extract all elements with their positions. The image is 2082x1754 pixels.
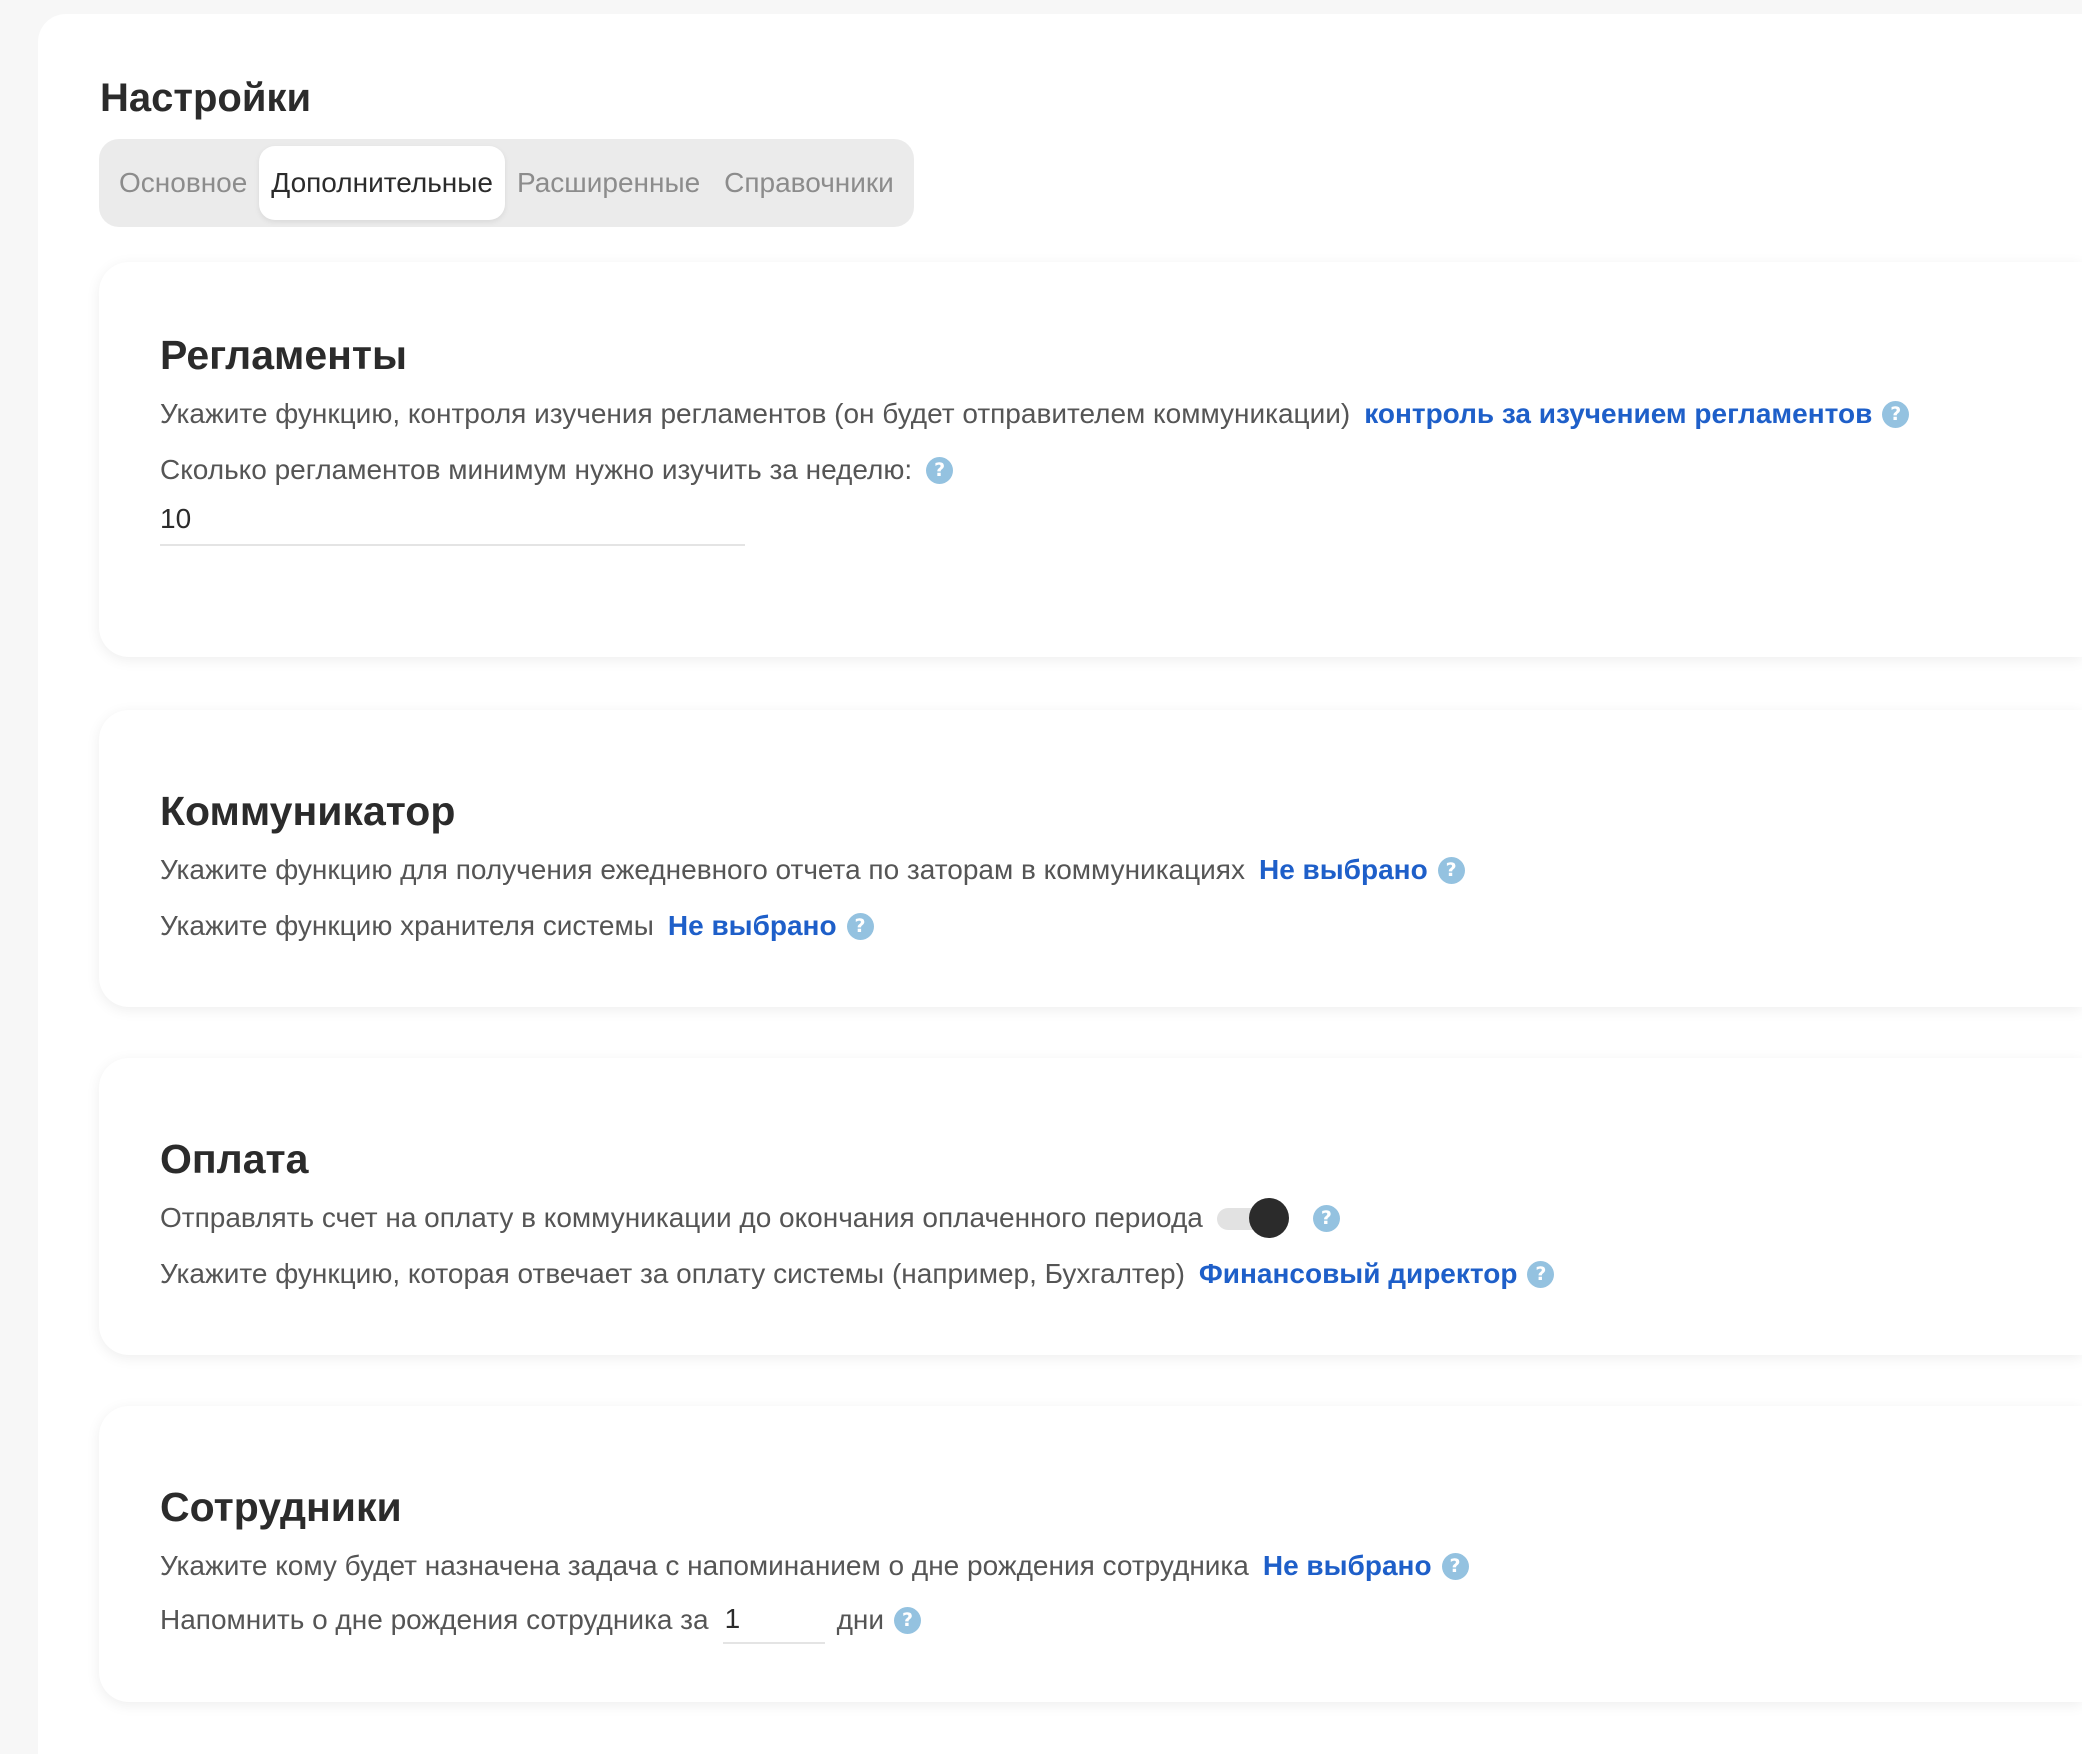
help-icon[interactable]: ?	[926, 456, 954, 484]
employees-assignee-label: Укажите кому будет назначена задача с на…	[160, 1550, 1249, 1581]
communicator-report-select[interactable]: Не выбрано	[1259, 854, 1428, 886]
reglaments-min-row: Сколько регламентов минимум нужно изучит…	[160, 454, 954, 486]
help-icon[interactable]: ?	[1437, 856, 1465, 884]
communicator-keeper-select[interactable]: Не выбрано	[668, 910, 837, 942]
reglaments-title: Регламенты	[160, 332, 408, 378]
tab-main[interactable]: Основное	[107, 146, 259, 220]
reglaments-min-input[interactable]: 10	[160, 494, 745, 546]
help-icon[interactable]: ?	[894, 1606, 922, 1634]
employees-remind-value: 1	[724, 1603, 741, 1634]
help-icon[interactable]: ?	[1527, 1260, 1555, 1288]
payment-title: Оплата	[160, 1136, 309, 1182]
employees-remind-row: Напомнить о дне рождения сотрудника за 1…	[160, 1594, 922, 1646]
employees-remind-unit: дни	[836, 1604, 885, 1635]
tab-extended[interactable]: Расширенные	[505, 146, 712, 220]
employees-remind-label: Напомнить о дне рождения сотрудника за	[160, 1604, 709, 1635]
communicator-report-label: Укажите функцию для получения ежедневног…	[160, 854, 1245, 885]
communicator-report-row: Укажите функцию для получения ежедневног…	[160, 854, 1465, 886]
payment-invoice-row: Отправлять счет на оплату в коммуникации…	[160, 1196, 1340, 1240]
toggle-knob	[1248, 1198, 1289, 1238]
employees-title: Сотрудники	[160, 1484, 402, 1530]
employees-assignee-row: Укажите кому будет назначена задача с на…	[160, 1550, 1469, 1582]
reglaments-function-row: Укажите функцию, контроля изучения регла…	[160, 398, 1910, 430]
payment-function-row: Укажите функцию, которая отвечает за опл…	[160, 1258, 1555, 1290]
tab-additional[interactable]: Дополнительные	[259, 146, 505, 220]
reglaments-min-value: 10	[160, 503, 192, 534]
help-icon[interactable]: ?	[1312, 1204, 1340, 1232]
payment-function-select[interactable]: Финансовый директор	[1199, 1258, 1518, 1290]
tab-directories[interactable]: Справочники	[712, 146, 906, 220]
settings-page: Настройки Основное Дополнительные Расшир…	[38, 14, 2082, 1754]
payment-invoice-toggle[interactable]	[1216, 1198, 1289, 1238]
reglaments-card: Регламенты Укажите функцию, контроля изу…	[99, 262, 2082, 657]
page-title: Настройки	[100, 76, 312, 120]
employees-remind-input[interactable]: 1	[722, 1596, 825, 1644]
communicator-keeper-row: Укажите функцию хранителя системы Не выб…	[160, 910, 874, 942]
help-icon[interactable]: ?	[846, 912, 874, 940]
help-icon[interactable]: ?	[1882, 400, 1910, 428]
payment-function-label: Укажите функцию, которая отвечает за опл…	[160, 1258, 1185, 1289]
reglaments-function-label: Укажите функцию, контроля изучения регла…	[160, 398, 1351, 429]
settings-tabs: Основное Дополнительные Расширенные Спра…	[99, 139, 914, 227]
employees-assignee-select[interactable]: Не выбрано	[1263, 1550, 1432, 1582]
communicator-keeper-label: Укажите функцию хранителя системы	[160, 910, 654, 941]
payment-invoice-label: Отправлять счет на оплату в коммуникации…	[160, 1202, 1203, 1233]
help-icon[interactable]: ?	[1441, 1552, 1469, 1580]
reglaments-min-label: Сколько регламентов минимум нужно изучит…	[160, 454, 913, 485]
communicator-card: Коммуникатор Укажите функцию для получен…	[99, 710, 2082, 1007]
payment-card: Оплата Отправлять счет на оплату в комму…	[99, 1058, 2082, 1355]
communicator-title: Коммуникатор	[160, 788, 456, 834]
reglaments-function-select[interactable]: контроль за изучением регламентов	[1364, 398, 1872, 430]
employees-card: Сотрудники Укажите кому будет назначена …	[99, 1406, 2082, 1702]
